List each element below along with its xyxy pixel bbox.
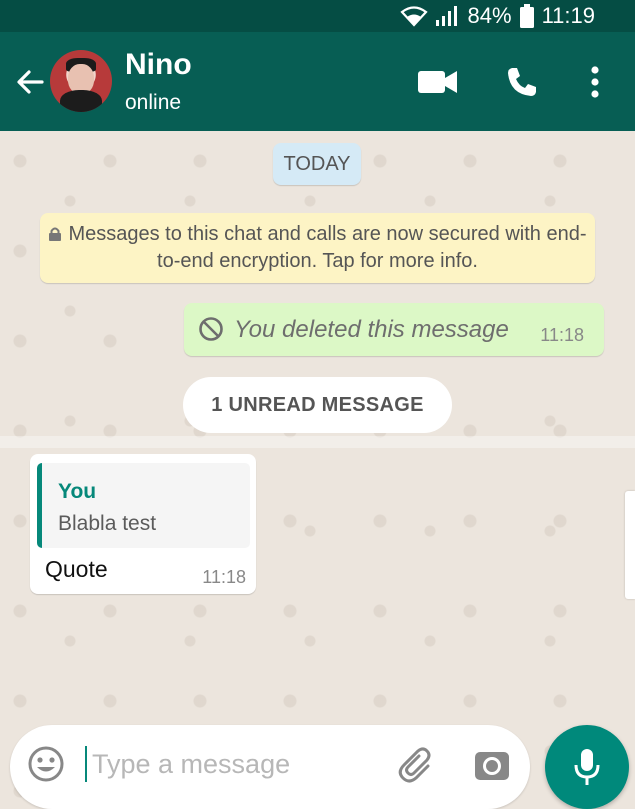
wifi-icon bbox=[399, 6, 428, 27]
date-chip: TODAY bbox=[273, 143, 361, 185]
avatar[interactable] bbox=[50, 50, 112, 112]
voice-call-icon bbox=[508, 68, 536, 96]
emoji-icon bbox=[28, 746, 64, 782]
quoted-message[interactable]: You Blabla test bbox=[37, 463, 250, 548]
chat-area[interactable]: TODAY Messages to this chat and calls ar… bbox=[0, 131, 635, 800]
message-input-bar bbox=[10, 725, 530, 809]
message-input[interactable] bbox=[90, 741, 394, 787]
deleted-message-time: 11:18 bbox=[540, 325, 584, 345]
attach-icon bbox=[398, 747, 431, 783]
quote-bar bbox=[37, 463, 42, 548]
mic-icon bbox=[574, 749, 600, 785]
battery-icon bbox=[519, 4, 534, 28]
message-time: 11:18 bbox=[202, 567, 246, 587]
camera-button[interactable] bbox=[472, 745, 512, 785]
contact-name[interactable]: Nino bbox=[125, 48, 192, 82]
status-time: 11:19 bbox=[541, 3, 595, 28]
chat-header: Nino online bbox=[0, 32, 635, 131]
unread-divider bbox=[0, 436, 635, 448]
message-text: Quote bbox=[45, 556, 108, 582]
camera-icon bbox=[475, 752, 509, 780]
text-cursor bbox=[85, 746, 87, 782]
status-bar: 84% 11:19 bbox=[0, 0, 635, 32]
lock-icon bbox=[49, 227, 62, 241]
voice-call-button[interactable] bbox=[502, 64, 542, 100]
attach-button[interactable] bbox=[397, 745, 437, 785]
back-arrow-icon bbox=[17, 70, 44, 94]
quote-text: Blabla test bbox=[58, 512, 157, 535]
quote-author: You bbox=[58, 480, 97, 503]
deleted-message-text: You deleted this message bbox=[234, 316, 509, 343]
avatar-shirt bbox=[60, 90, 102, 112]
status-icons bbox=[399, 5, 460, 27]
unread-label: 1 UNREAD MESSAGE bbox=[183, 377, 452, 433]
video-call-button[interactable] bbox=[418, 64, 458, 100]
mic-button[interactable] bbox=[545, 725, 629, 809]
video-call-icon bbox=[418, 71, 457, 93]
deleted-icon bbox=[199, 317, 223, 341]
contact-status: online bbox=[125, 91, 182, 114]
encryption-notice-text: Messages to this chat and calls are now … bbox=[68, 223, 587, 272]
emoji-button[interactable] bbox=[26, 744, 66, 784]
battery-percent: 84% bbox=[467, 3, 512, 28]
incoming-message-bubble[interactable]: You Blabla test Quote 11:18 bbox=[30, 454, 256, 594]
scroll-edge bbox=[625, 491, 635, 599]
deleted-message-bubble[interactable]: You deleted this message 11:18 bbox=[184, 303, 604, 356]
more-options-icon bbox=[591, 66, 599, 98]
back-button[interactable] bbox=[12, 64, 48, 100]
signal-icon bbox=[435, 6, 457, 26]
encryption-notice[interactable]: Messages to this chat and calls are now … bbox=[40, 213, 595, 283]
more-options-button[interactable] bbox=[575, 64, 615, 100]
